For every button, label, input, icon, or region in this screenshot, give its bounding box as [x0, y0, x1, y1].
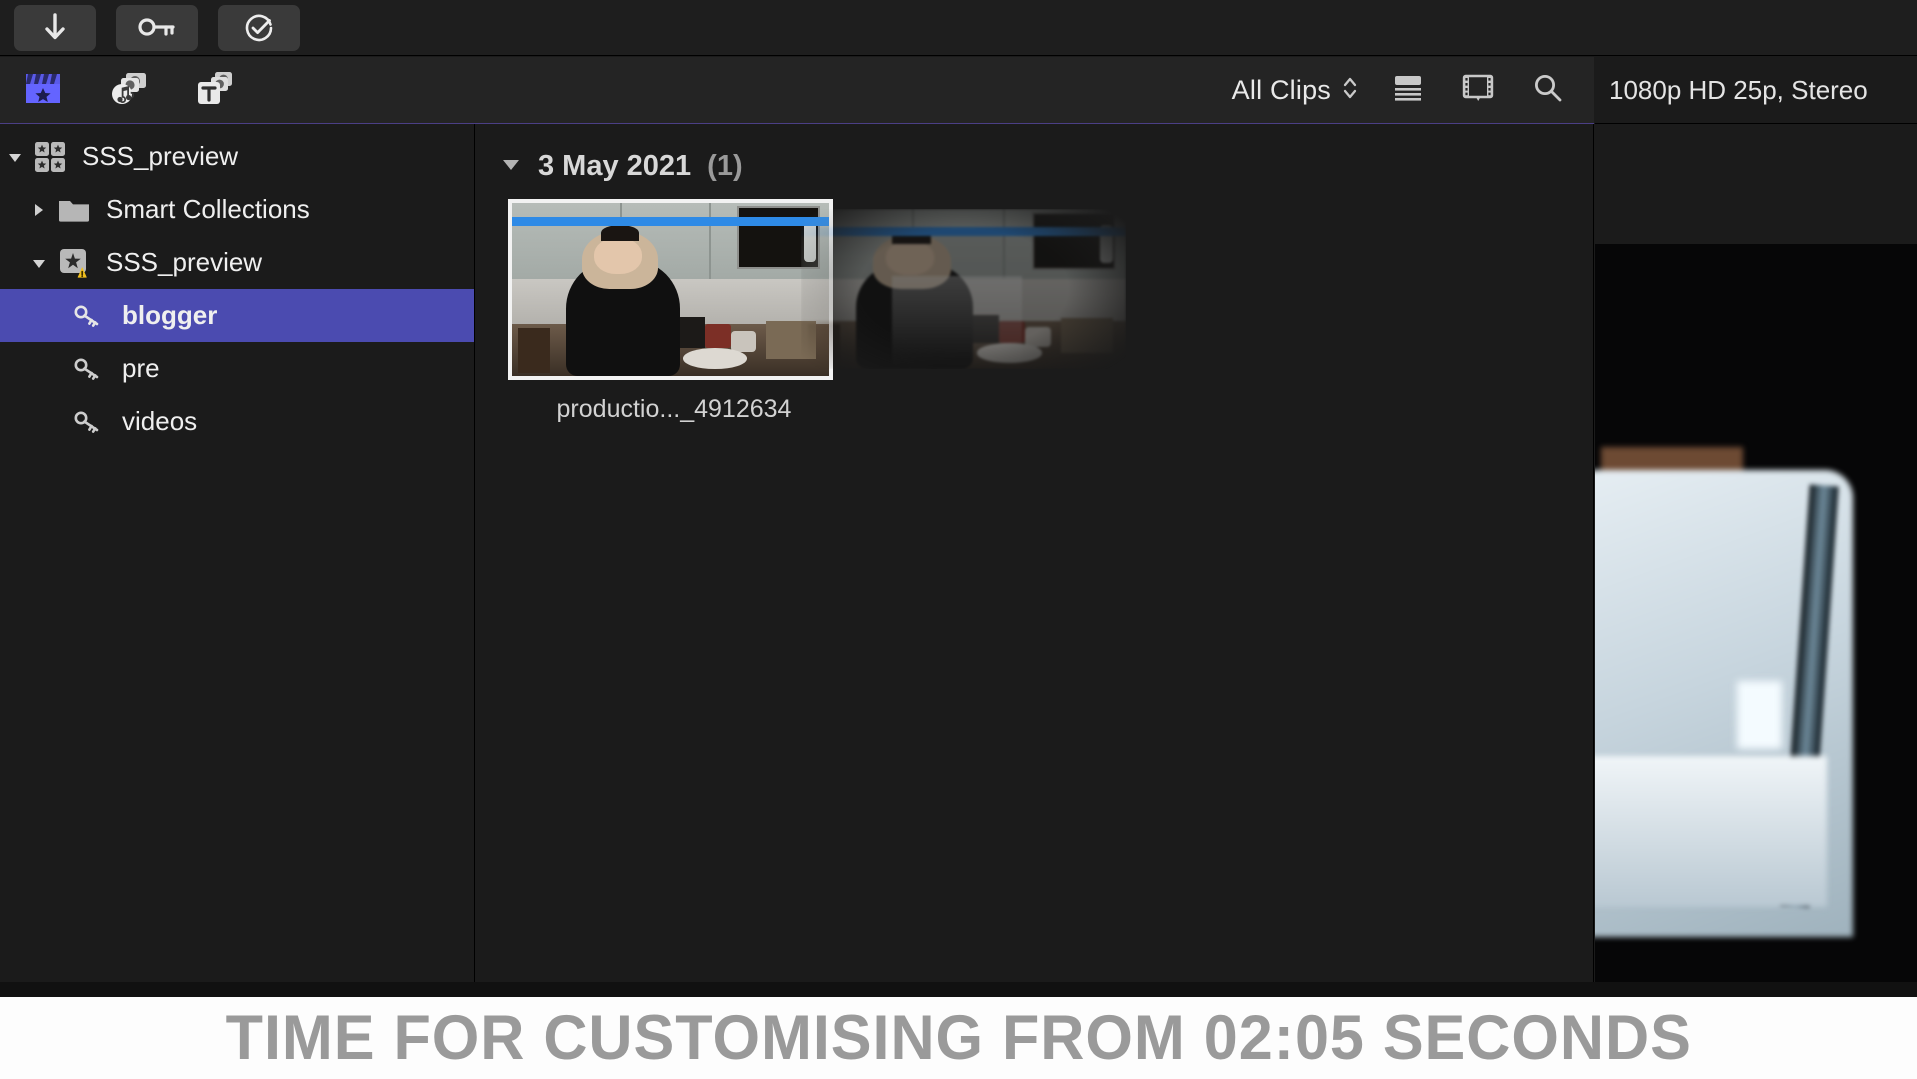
keyword-icon	[68, 289, 112, 342]
libraries-sidebar: SSS_preview Smart Collections SSS_previe…	[0, 124, 475, 997]
caption-gap	[0, 982, 1917, 997]
sidebar-item-label: SSS_preview	[106, 247, 263, 277]
clip-filter-label: All Clips	[1231, 74, 1331, 105]
analyze-fix-button[interactable]	[218, 4, 300, 51]
tab-libraries[interactable]	[22, 70, 64, 110]
photos-audio-icon	[109, 70, 149, 111]
keyword-icon	[68, 395, 112, 448]
sidebar-item-label: videos	[122, 406, 198, 436]
sidebar-item-videos[interactable]: videos	[0, 395, 474, 448]
titles-generators-icon	[195, 70, 235, 111]
event-star-warning-icon	[52, 236, 96, 289]
date-group-count: (1)	[707, 150, 743, 182]
date-group-header[interactable]: 3 May 2021 (1)	[476, 124, 1593, 183]
filmstrip-view-button[interactable]	[1458, 71, 1498, 109]
library-grid-icon	[28, 130, 72, 183]
clip-drag-ghost[interactable]	[801, 209, 1126, 369]
clip-filename-label: productio..._4912634	[556, 395, 792, 423]
sidebar-item-pre[interactable]: pre	[0, 342, 474, 395]
import-media-icon	[42, 12, 68, 43]
browser-tabstrip: All Clips	[0, 57, 1594, 124]
tab-photos-audio[interactable]	[108, 70, 150, 110]
keyword-icon	[138, 16, 176, 40]
sidebar-item-label: Smart Collections	[106, 194, 310, 224]
clip-row: productio..._4912634	[476, 199, 1593, 459]
caption-band: TIME FOR CUSTOMISING FROM 02:05 SECONDS	[0, 997, 1917, 1079]
sidebar-item-event-sss-preview[interactable]: SSS_preview	[0, 236, 474, 289]
import-media-button[interactable]	[14, 4, 96, 51]
sidebar-item-label: blogger	[122, 300, 218, 330]
checkmark-circle-icon	[244, 13, 274, 43]
search-button[interactable]	[1528, 71, 1568, 109]
sidebar-item-smart-collections[interactable]: Smart Collections	[0, 183, 474, 236]
folder-icon	[52, 183, 96, 236]
keyword-icon	[68, 342, 112, 395]
sidebar-item-label: pre	[122, 353, 160, 383]
search-icon	[1532, 72, 1564, 109]
clip-thumbnail-selected[interactable]	[508, 199, 833, 380]
filmstrip-view-icon	[1461, 73, 1495, 108]
sidebar-item-library-sss-preview[interactable]: SSS_preview	[0, 130, 474, 183]
sidebar-item-blogger[interactable]: blogger	[0, 289, 474, 342]
list-view-icon	[1391, 73, 1425, 108]
sidebar-item-label: SSS_preview	[82, 141, 239, 171]
clip-thumbnail-image	[512, 203, 829, 376]
viewer-frame-image	[1595, 244, 1917, 997]
date-group-label: 3 May 2021	[538, 150, 692, 182]
keyword-range-bar[interactable]	[512, 217, 829, 226]
format-summary: 1080p HD 25p, Stereo	[1595, 57, 1917, 124]
disclosure-triangle-down-icon[interactable]	[500, 154, 522, 179]
inspector-viewer-pane: 1080p HD 25p, Stereo	[1595, 57, 1917, 997]
main-toolbar	[0, 0, 1917, 56]
disclosure-triangle-right-icon[interactable]	[26, 183, 52, 236]
caption-text: TIME FOR CUSTOMISING FROM 02:05 SECONDS	[225, 1003, 1692, 1073]
chevron-up-down-icon	[1342, 74, 1358, 107]
list-view-button[interactable]	[1388, 71, 1428, 109]
keyword-range-bar[interactable]	[801, 227, 1126, 236]
final-cut-pro-window: All Clips SSS_preview Smart Collections …	[0, 0, 1917, 1079]
clip-browser: 3 May 2021 (1) productio..._4912634	[476, 124, 1594, 997]
viewer-video-frame[interactable]	[1595, 244, 1917, 997]
libraries-clapperboard-icon	[24, 70, 62, 111]
keyword-editor-button[interactable]	[116, 4, 198, 51]
disclosure-triangle-down-icon[interactable]	[2, 130, 28, 183]
disclosure-triangle-down-icon[interactable]	[26, 236, 52, 289]
tab-titles-generators[interactable]	[194, 70, 236, 110]
clip-filter-control[interactable]: All Clips	[1232, 74, 1358, 107]
